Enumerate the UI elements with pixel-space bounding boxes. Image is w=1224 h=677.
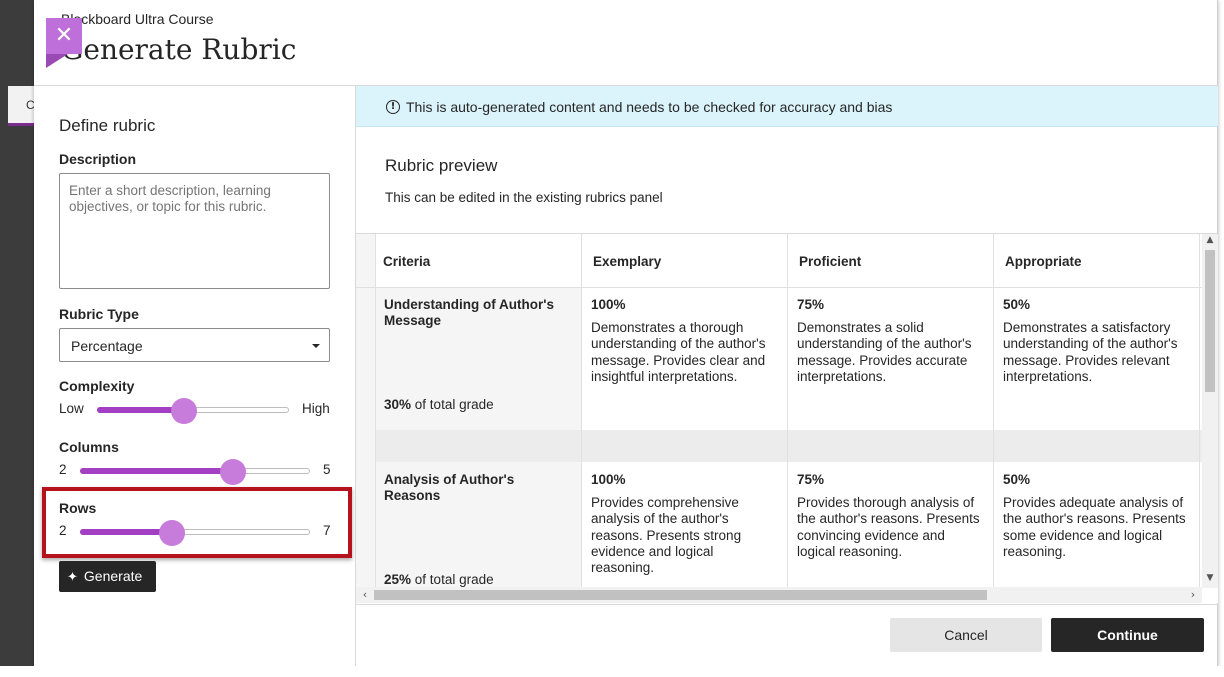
complexity-track[interactable]	[97, 398, 289, 424]
horizontal-scroll-thumb[interactable]	[374, 590, 987, 600]
scroll-down-icon[interactable]: ▼	[1202, 573, 1218, 587]
rubric-preview-title: Rubric preview	[385, 156, 498, 175]
cell-percent: 75%	[797, 472, 825, 487]
page-title: Generate Rubric	[61, 33, 297, 66]
rubric-grid: Criteria Exemplary Proficient Appropriat…	[356, 234, 1202, 588]
ai-notice-text: This is auto-generated content and needs…	[406, 99, 893, 115]
cell-percent: 75%	[797, 297, 825, 312]
scroll-right-icon[interactable]: ›	[1186, 588, 1200, 602]
define-rubric-title: Define rubric	[59, 116, 156, 135]
rows-thumb[interactable]	[159, 520, 185, 546]
table-header-row: Criteria Exemplary Proficient Appropriat…	[356, 234, 1202, 288]
rows-max-label: 7	[323, 523, 331, 538]
continue-button[interactable]: Continue	[1051, 618, 1204, 652]
description-label: Description	[59, 151, 137, 167]
columns-track[interactable]	[80, 459, 310, 485]
define-rubric-panel: Define rubric Description Rubric Type Pe…	[34, 86, 356, 666]
info-icon: !	[386, 100, 400, 114]
complexity-slider: Low High	[59, 395, 333, 424]
generate-label: Generate	[83, 568, 143, 584]
columns-max-label: 5	[323, 462, 331, 477]
rows-label: Rows	[59, 500, 97, 516]
criterion-name: Analysis of Author's Reasons	[384, 472, 515, 504]
criterion-name: Understanding of Author's Message	[384, 297, 554, 329]
horizontal-scrollbar[interactable]: ‹ ›	[356, 587, 1202, 603]
rubric-preview-subtitle: This can be edited in the existing rubri…	[385, 190, 663, 205]
rubric-preview-panel: ! This is auto-generated content and nee…	[356, 86, 1218, 666]
column-header: Proficient	[799, 254, 862, 269]
close-icon: ✕	[54, 23, 74, 48]
columns-label: Columns	[59, 439, 119, 455]
vertical-scrollbar[interactable]: ▲ ▼	[1202, 234, 1218, 588]
page-bottom	[0, 666, 1224, 677]
complexity-thumb[interactable]	[171, 398, 197, 424]
columns-min-label: 2	[59, 462, 67, 477]
rows-min-label: 2	[59, 523, 67, 538]
columns-thumb[interactable]	[220, 459, 246, 485]
generate-button[interactable]: ✦ Generate	[59, 561, 156, 592]
description-input[interactable]	[59, 173, 330, 289]
cell-percent: 100%	[591, 472, 626, 487]
sparkle-icon: ✦	[67, 570, 78, 585]
rubric-type-value: Percentage	[71, 338, 143, 354]
rubric-type-label: Rubric Type	[59, 306, 139, 322]
background-tab: C	[8, 86, 35, 126]
cell-percent: 100%	[591, 297, 626, 312]
complexity-label: Complexity	[59, 378, 135, 394]
modal-footer: Cancel Continue	[356, 604, 1218, 666]
cell-description: Provides comprehensive analysis of the a…	[591, 495, 742, 576]
columns-slider: 2 5	[59, 456, 333, 485]
close-button[interactable]: ✕	[46, 18, 82, 68]
column-header: Exemplary	[593, 254, 662, 269]
vertical-scroll-thumb[interactable]	[1205, 250, 1215, 392]
cell-description: Demonstrates a satisfactory understandin…	[1003, 320, 1178, 384]
complexity-min-label: Low	[59, 401, 84, 416]
generate-rubric-modal: Blackboard Ultra Course Generate Rubric …	[34, 0, 1218, 666]
cell-percent: 50%	[1003, 297, 1031, 312]
rubric-type-select[interactable]: Percentage	[59, 328, 330, 362]
cancel-button[interactable]: Cancel	[890, 618, 1042, 652]
ai-notice-banner: ! This is auto-generated content and nee…	[356, 86, 1218, 127]
criterion-weight: 25% of total grade	[384, 572, 494, 587]
complexity-max-label: High	[302, 401, 330, 416]
cell-description: Demonstrates a thorough understanding of…	[591, 320, 766, 384]
column-header: Criteria	[383, 254, 431, 269]
background-course-page: C	[0, 0, 35, 677]
cell-percent: 50%	[1003, 472, 1031, 487]
cell-description: Provides adequate analysis of the author…	[1003, 495, 1186, 559]
cell-description: Demonstrates a solid understanding of th…	[797, 320, 972, 384]
rows-track[interactable]	[80, 520, 310, 546]
scroll-up-icon[interactable]: ▲	[1202, 235, 1218, 249]
criterion-weight: 30% of total grade	[384, 397, 494, 412]
scroll-left-icon[interactable]: ‹	[358, 588, 372, 602]
columns-fill	[80, 468, 233, 474]
rubric-table: Criteria Exemplary Proficient Appropriat…	[356, 233, 1218, 603]
column-header: Appropriate	[1005, 254, 1082, 269]
cell-description: Provides thorough analysis of the author…	[797, 495, 980, 559]
rows-slider: 2 7	[59, 517, 333, 546]
chevron-down-icon	[312, 344, 320, 348]
modal-header: Blackboard Ultra Course Generate Rubric	[34, 0, 1218, 86]
course-name: Blackboard Ultra Course	[61, 11, 214, 27]
